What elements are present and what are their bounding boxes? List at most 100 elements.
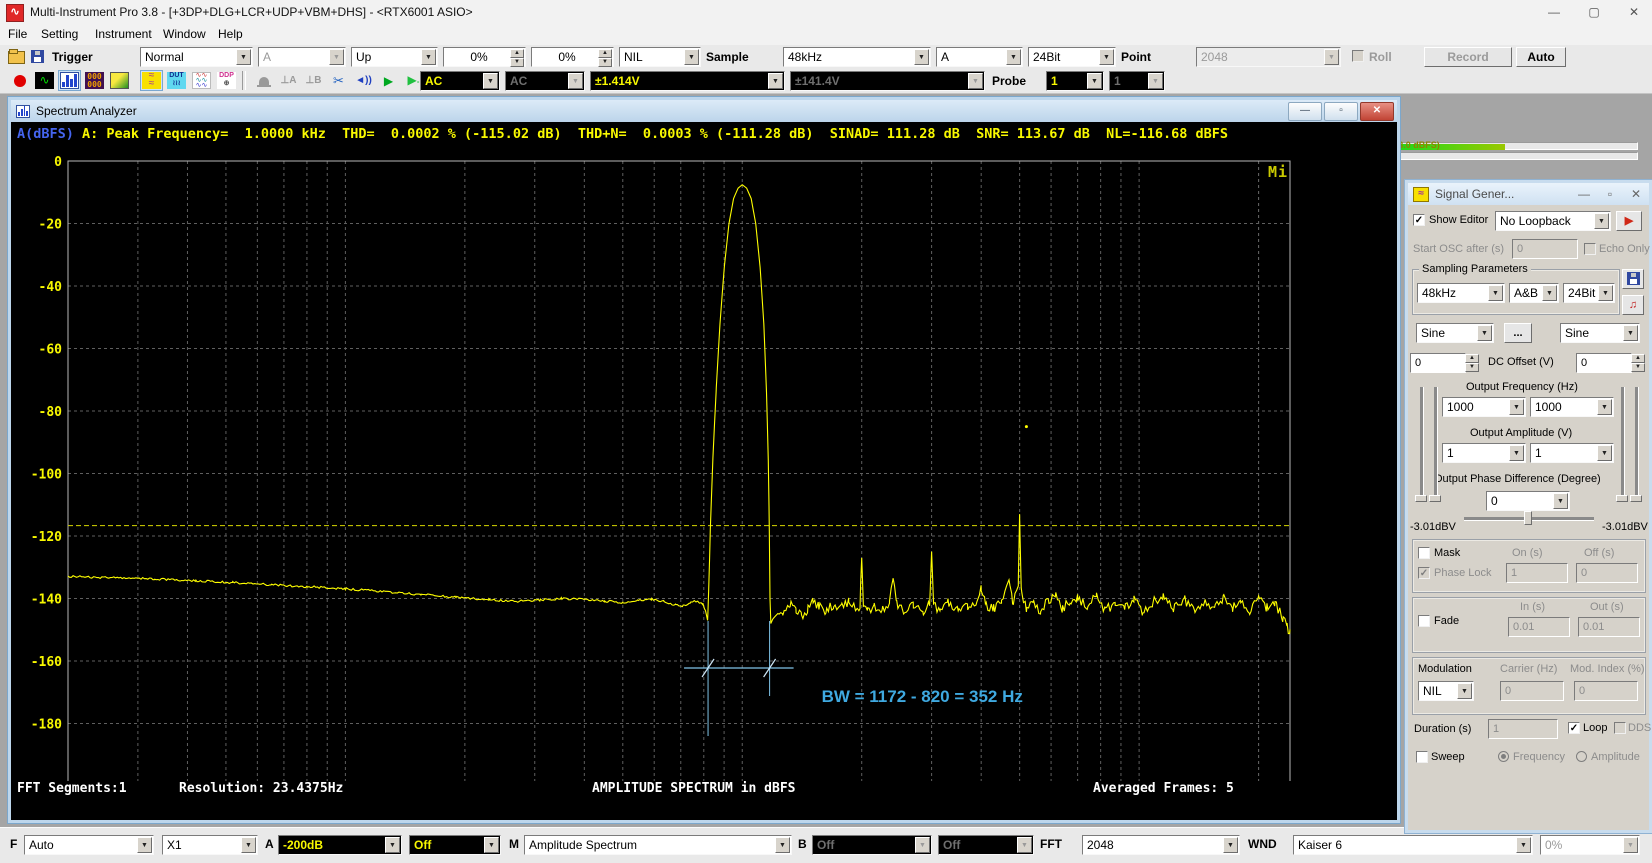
spectrum-minimize-button[interactable]: — — [1288, 102, 1322, 121]
spectrum-restore-button[interactable]: ▫ — [1324, 102, 1358, 121]
balance-handle[interactable] — [1524, 511, 1532, 525]
sound-output-icon[interactable]: ◄)) — [352, 70, 375, 91]
generator-restore-button[interactable]: ▫ — [1597, 187, 1623, 201]
probe-a-select[interactable]: 1▼ — [1046, 71, 1104, 91]
generator-minimize-button[interactable]: — — [1571, 187, 1597, 201]
duration-input[interactable]: 1 — [1488, 719, 1558, 739]
minimize-button[interactable]: — — [1540, 4, 1568, 20]
spectrum-window-titlebar[interactable]: Spectrum Analyzer — ▫ ✕ — [11, 100, 1397, 122]
loopback-select[interactable]: No Loopback▼ — [1495, 211, 1611, 231]
mask-off-input[interactable]: 0 — [1576, 563, 1638, 583]
trigger-delay-spinner[interactable]: 0%▲▼ — [531, 47, 614, 67]
trigger-source-select[interactable]: A▼ — [258, 47, 346, 67]
generator-channels-select[interactable]: A&B▼ — [1509, 283, 1559, 303]
open-file-icon[interactable] — [8, 51, 25, 64]
auto-button[interactable]: Auto — [1516, 47, 1566, 67]
close-button[interactable]: ✕ — [1620, 4, 1648, 20]
sweep-checkbox[interactable] — [1416, 751, 1428, 763]
modulation-mode-select[interactable]: NIL▼ — [1418, 681, 1474, 701]
device-test-plan-icon[interactable]: DUT≀≀≀ — [165, 70, 188, 91]
generator-save-button[interactable] — [1622, 269, 1644, 289]
probe-calibration-icon[interactable]: ✂ — [327, 70, 350, 91]
fade-checkbox[interactable] — [1418, 615, 1430, 627]
attenuation-a-handle[interactable] — [1415, 495, 1427, 502]
sampling-channel-select[interactable]: A▼ — [936, 47, 1023, 67]
signal-generator-icon[interactable]: ≈≈ — [140, 70, 163, 91]
menu-file[interactable]: File — [8, 27, 27, 41]
attenuation-b-handle[interactable] — [1616, 495, 1628, 502]
coupling-b-select[interactable]: AC▼ — [505, 71, 585, 91]
record-button[interactable]: Record — [1424, 47, 1512, 67]
loop-checkbox[interactable]: ✓ — [1568, 722, 1580, 734]
run-icon[interactable]: ▶ — [377, 70, 400, 91]
carrier-input[interactable]: 0 — [1500, 681, 1564, 701]
trigger-level-spinner[interactable]: 0%▲▼ — [443, 47, 526, 67]
music-note-button[interactable]: ♫ — [1622, 295, 1644, 315]
fft-size-select[interactable]: 2048▼ — [1082, 835, 1240, 855]
sampling-bits-select[interactable]: 24Bit▼ — [1028, 47, 1116, 67]
frequency-a-select[interactable]: 1000▼ — [1442, 397, 1526, 417]
freq-axis-select[interactable]: Auto▼ — [24, 835, 154, 855]
generator-titlebar[interactable]: ≈ Signal Gener... — ▫ ✕ — [1408, 183, 1649, 205]
mode-select[interactable]: Amplitude Spectrum▼ — [524, 835, 792, 855]
attenuation-a-track[interactable] — [1420, 387, 1424, 501]
show-editor-checkbox[interactable]: ✓ — [1413, 214, 1425, 226]
freq-zoom-select[interactable]: X1▼ — [162, 835, 258, 855]
waveform-a-select[interactable]: Sine▼ — [1416, 323, 1494, 343]
menu-setting[interactable]: Setting — [41, 27, 78, 41]
attenuation-a2-track[interactable] — [1434, 387, 1438, 501]
trigger-edge-select[interactable]: Up▼ — [351, 47, 438, 67]
generator-bits-select[interactable]: 24Bit▼ — [1563, 283, 1615, 303]
mask-on-input[interactable]: 1 — [1506, 563, 1568, 583]
range-floor-a-select[interactable]: -200dB▼ — [278, 835, 402, 855]
menu-instrument[interactable]: Instrument — [95, 27, 152, 41]
fade-out-input[interactable]: 0.01 — [1578, 617, 1640, 637]
spectrum-3d-plot-icon[interactable] — [108, 70, 131, 91]
bandwidth-cursors[interactable]: BW = 1172 - 820 = 352 Hz — [684, 621, 1023, 736]
derived-data-curve-icon[interactable]: ∿∿∿∿∿∿ — [190, 70, 213, 91]
dc-offset-a-spinner[interactable]: ▲▼ — [1466, 353, 1479, 373]
probe-b-select[interactable]: 1▼ — [1109, 71, 1165, 91]
fade-in-input[interactable]: 0.01 — [1508, 617, 1570, 637]
overlap-select[interactable]: 0%▼ — [1540, 835, 1640, 855]
phase-difference-select[interactable]: 0▼ — [1486, 491, 1570, 511]
amplitude-b-select[interactable]: 1▼ — [1530, 443, 1614, 463]
attenuation-b2-track[interactable] — [1635, 387, 1639, 501]
attenuation-b-track[interactable] — [1621, 387, 1625, 501]
frequency-b-select[interactable]: 1000▼ — [1530, 397, 1614, 417]
maximize-button[interactable]: ▢ — [1580, 4, 1608, 20]
range-b-select[interactable]: ±141.4V▼ — [790, 71, 985, 91]
amplitude-a-select[interactable]: 1▼ — [1442, 443, 1526, 463]
generator-close-button[interactable]: ✕ — [1623, 187, 1649, 201]
sampling-rate-select[interactable]: 48kHz▼ — [783, 47, 931, 67]
attenuation-a2-handle[interactable] — [1429, 495, 1441, 502]
waveform-b-select[interactable]: Sine▼ — [1560, 323, 1640, 343]
sweep-frequency-radio[interactable] — [1498, 751, 1509, 762]
generator-rate-select[interactable]: 48kHz▼ — [1417, 283, 1505, 303]
dc-offset-b-input[interactable]: 0 — [1576, 353, 1632, 373]
window-function-select[interactable]: Kaiser 6▼ — [1293, 835, 1533, 855]
roll-checkbox[interactable] — [1352, 50, 1364, 62]
trigger-mode-select[interactable]: Normal▼ — [140, 47, 253, 67]
coupling-a-select[interactable]: AC▼ — [420, 71, 500, 91]
range-floor-b-select[interactable]: Off▼ — [812, 835, 932, 855]
dc-offset-a-input[interactable]: 0 — [1410, 353, 1466, 373]
sampling-points-select[interactable]: 2048▼ — [1196, 47, 1341, 67]
save-file-icon[interactable] — [31, 50, 44, 63]
generator-run-button[interactable]: ▶ — [1616, 211, 1642, 231]
echo-only-checkbox[interactable] — [1584, 243, 1596, 255]
multimeter-icon[interactable]: 000000 — [83, 70, 106, 91]
record-icon[interactable] — [8, 70, 31, 91]
dc-offset-b-spinner[interactable]: ▲▼ — [1632, 353, 1645, 373]
range-a-select[interactable]: ±1.414V▼ — [590, 71, 785, 91]
ddp-viewer-icon[interactable]: DDP⊕ — [215, 70, 238, 91]
sweep-amplitude-radio[interactable] — [1576, 751, 1587, 762]
phase-lock-checkbox[interactable]: ✓ — [1418, 567, 1430, 579]
menu-help[interactable]: Help — [218, 27, 243, 41]
processing-a-select[interactable]: Off▼ — [409, 835, 501, 855]
mod-index-input[interactable]: 0 — [1574, 681, 1638, 701]
wave-library-button[interactable]: ... — [1504, 323, 1532, 343]
start-osc-input[interactable]: 0 — [1512, 239, 1578, 259]
processing-b-select[interactable]: Off▼ — [938, 835, 1034, 855]
oscilloscope-icon[interactable]: ∿ — [33, 70, 56, 91]
